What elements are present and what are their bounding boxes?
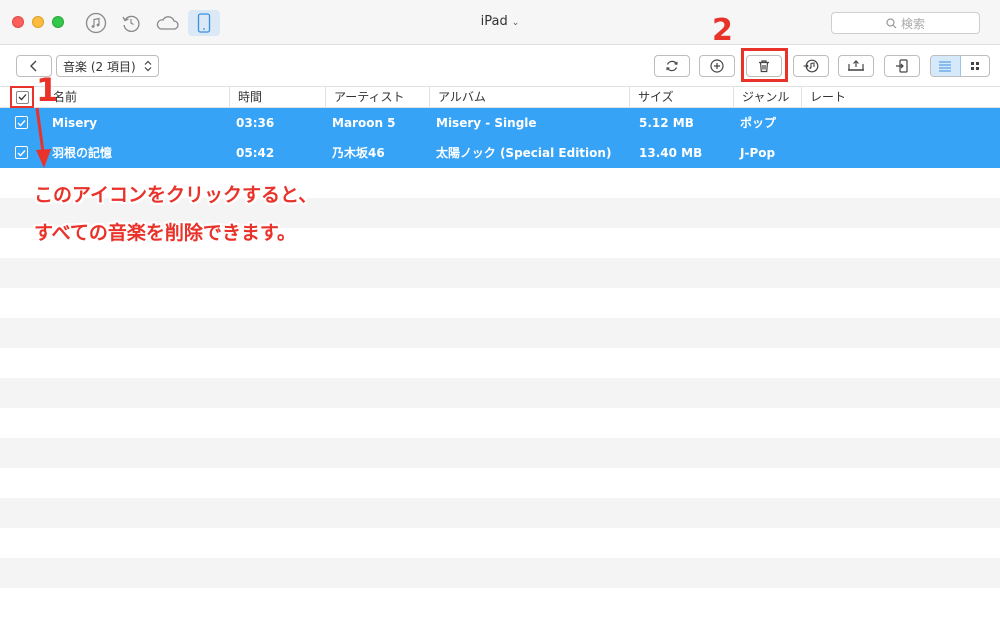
annotation-line-2: すべての音楽を削除できます。: [34, 222, 297, 244]
empty-row: [0, 528, 1000, 558]
song-size: 5.12 MB: [639, 116, 694, 130]
view-toggle: [930, 55, 990, 77]
grid-view-button[interactable]: [961, 56, 990, 76]
chevron-down-icon: ⌄: [511, 18, 520, 28]
column-header-artist[interactable]: アーティスト: [325, 87, 429, 108]
song-album: 太陽ノック (Special Edition): [436, 146, 612, 160]
song-genre: ポップ: [740, 116, 777, 130]
category-label: 音楽 (2 項目): [63, 59, 136, 74]
refresh-button[interactable]: [654, 55, 690, 77]
empty-row: [0, 438, 1000, 468]
add-icon: [710, 59, 724, 73]
checkmark-icon: [17, 119, 26, 127]
table-row[interactable]: Misery 03:36 Maroon 5 Misery - Single 5.…: [0, 108, 1000, 138]
song-time: 05:42: [236, 146, 275, 160]
checkmark-icon: [17, 149, 26, 157]
delete-button-highlight: [741, 48, 788, 82]
song-artist: Maroon 5: [332, 116, 396, 130]
song-size: 13.40 MB: [639, 146, 703, 160]
empty-row: [0, 348, 1000, 378]
row-checkbox[interactable]: [15, 146, 28, 159]
annotation-line-1: このアイコンをクリックすると、: [34, 184, 318, 206]
column-header-genre[interactable]: ジャンル: [733, 87, 801, 108]
empty-row: [0, 498, 1000, 528]
column-header-rate[interactable]: レート: [801, 87, 1000, 108]
song-genre: J-Pop: [740, 146, 776, 160]
empty-row: [0, 258, 1000, 288]
title-bar: iPad ⌄ 検索: [0, 0, 1000, 45]
table-header: 名前 時間 アーティスト アルバム サイズ ジャンル レート: [0, 86, 1000, 108]
to-computer-button[interactable]: [838, 55, 874, 77]
toolbar: 音楽 (2 項目): [0, 46, 1000, 86]
song-name: Misery: [52, 116, 98, 130]
empty-row: [0, 288, 1000, 318]
empty-row: [0, 558, 1000, 588]
song-name: 羽根の記憶: [52, 146, 113, 160]
checkmark-icon: [18, 94, 26, 101]
search-input[interactable]: 検索: [831, 12, 980, 34]
table-row[interactable]: 羽根の記憶 05:42 乃木坂46 太陽ノック (Special Edition…: [0, 138, 1000, 168]
empty-row: [0, 408, 1000, 438]
to-itunes-button[interactable]: [793, 55, 829, 77]
row-checkbox[interactable]: [15, 116, 28, 129]
to-device-button[interactable]: [884, 55, 920, 77]
empty-row: [0, 468, 1000, 498]
step-1-label: 1: [36, 71, 59, 109]
step-2-label: 2: [712, 13, 733, 48]
grid-view-icon: [970, 62, 979, 70]
column-header-time[interactable]: 時間: [229, 87, 325, 108]
category-select[interactable]: 音楽 (2 項目): [56, 55, 159, 77]
list-view-icon: [939, 61, 952, 72]
empty-row: [0, 378, 1000, 408]
song-album: Misery - Single: [436, 116, 537, 130]
song-time: 03:36: [236, 116, 275, 130]
list-view-button[interactable]: [931, 56, 961, 76]
device-title: iPad: [480, 14, 508, 29]
column-header-album[interactable]: アルバム: [429, 87, 629, 108]
column-header-size[interactable]: サイズ: [629, 87, 733, 108]
search-placeholder: 検索: [900, 16, 925, 31]
empty-row: [0, 588, 1000, 618]
to-computer-icon: [848, 60, 864, 71]
song-artist: 乃木坂46: [332, 146, 385, 160]
to-device-icon: [896, 59, 908, 73]
column-header-name[interactable]: 名前: [45, 87, 229, 108]
search-icon: [886, 17, 897, 28]
refresh-icon: [666, 60, 678, 72]
select-all-checkbox[interactable]: [10, 86, 34, 108]
music-table: 名前 時間 アーティスト アルバム サイズ ジャンル レート Misery 03…: [0, 86, 1000, 620]
add-button[interactable]: [699, 55, 735, 77]
updown-chevron-icon: [144, 60, 152, 72]
empty-row: [0, 318, 1000, 348]
to-itunes-icon: [803, 59, 819, 73]
